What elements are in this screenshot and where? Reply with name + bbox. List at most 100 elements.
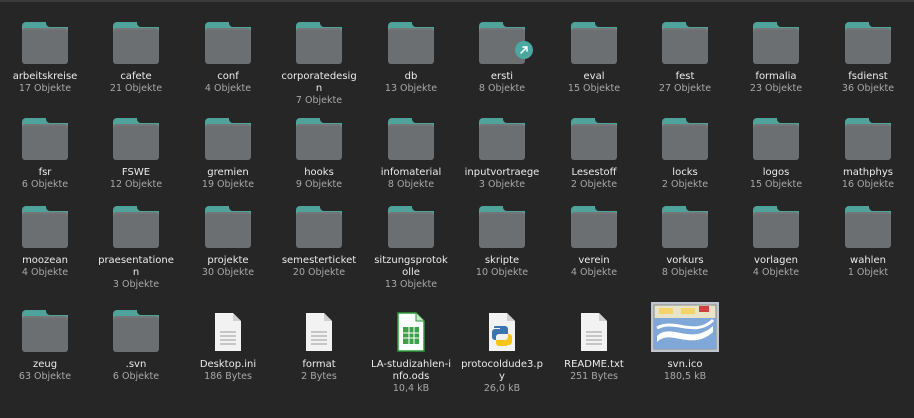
- item-name: format: [302, 359, 336, 370]
- folder-item[interactable]: .svn 6 Objekte: [91, 302, 181, 383]
- item-size: 10,4 kB: [392, 383, 430, 394]
- item-size: 36 Objekte: [841, 83, 895, 94]
- item-name: fsr: [38, 167, 52, 178]
- item-name: vorkurs: [666, 255, 704, 266]
- folder-item[interactable]: fest 27 Objekte: [640, 14, 730, 95]
- item-name: svn.ico: [667, 359, 703, 370]
- image-thumbnail-icon: [651, 302, 719, 352]
- item-size: 3 Objekte: [478, 179, 526, 190]
- folder-icon: [571, 22, 617, 64]
- item-size: 1 Objekt: [847, 267, 889, 278]
- item-name: eval: [583, 71, 605, 82]
- folder-item[interactable]: skripte 10 Objekte: [457, 198, 547, 279]
- folder-item[interactable]: moozean 4 Objekte: [0, 198, 90, 279]
- folder-icon: [753, 118, 799, 160]
- folder-item[interactable]: zeug 63 Objekte: [0, 302, 90, 383]
- folder-icon: [479, 118, 525, 160]
- item-name: projekte: [207, 255, 249, 266]
- folder-item[interactable]: arbeitskreise 17 Objekte: [0, 14, 90, 95]
- folder-icon: [22, 310, 68, 352]
- folder-item[interactable]: cafete 21 Objekte: [91, 14, 181, 95]
- folder-item[interactable]: fsdienst 36 Objekte: [823, 14, 913, 95]
- folder-icon: [662, 118, 708, 160]
- item-name: locks: [672, 167, 698, 178]
- folder-item[interactable]: Lesestoff 2 Objekte: [549, 110, 639, 191]
- folder-item[interactable]: FSWE 12 Objekte: [91, 110, 181, 191]
- item-thumbnail: [366, 14, 456, 64]
- folder-item[interactable]: inputvortraege 3 Objekte: [457, 110, 547, 191]
- folder-item[interactable]: eval 15 Objekte: [549, 14, 639, 95]
- item-size: 186 Bytes: [204, 371, 252, 382]
- item-size: 15 Objekte: [567, 83, 621, 94]
- folder-icon: [662, 206, 708, 248]
- item-name: fest: [675, 71, 695, 82]
- folder-icon: [571, 206, 617, 248]
- item-thumbnail: [457, 198, 547, 248]
- file-item[interactable]: LA-studizahlen-info.ods 10,4 kB: [366, 302, 456, 395]
- text-file-icon: [579, 312, 609, 352]
- item-size: 17 Objekte: [18, 83, 72, 94]
- item-size: 4 Objekte: [204, 83, 252, 94]
- item-size: 63 Objekte: [18, 371, 72, 382]
- folder-item[interactable]: semesterticket 20 Objekte: [274, 198, 364, 279]
- item-thumbnail: [183, 14, 273, 64]
- folder-item[interactable]: mathphys 16 Objekte: [823, 110, 913, 191]
- folder-item[interactable]: locks 2 Objekte: [640, 110, 730, 191]
- item-thumbnail: [274, 14, 364, 64]
- file-item[interactable]: svn.ico 180,5 kB: [640, 302, 730, 383]
- item-size: 20 Objekte: [292, 267, 346, 278]
- item-name: protocoldude3.py: [461, 359, 543, 382]
- item-name: wahlen: [850, 255, 886, 266]
- text-file-icon: [304, 312, 334, 352]
- folder-item[interactable]: conf 4 Objekte: [183, 14, 273, 95]
- folder-item[interactable]: corporatedesig n7 Objekte: [274, 14, 364, 107]
- folder-item[interactable]: verein 4 Objekte: [549, 198, 639, 279]
- file-item[interactable]: protocoldude3.py 26,0 kB: [457, 302, 547, 395]
- folder-item[interactable]: projekte 30 Objekte: [183, 198, 273, 279]
- folder-icon: [113, 310, 159, 352]
- file-item[interactable]: README.txt 251 Bytes: [549, 302, 639, 383]
- item-thumbnail: [91, 198, 181, 248]
- folder-icon: [479, 206, 525, 248]
- item-size: 6 Objekte: [21, 179, 69, 190]
- folder-icon: [113, 206, 159, 248]
- folder-item[interactable]: infomaterial 8 Objekte: [366, 110, 456, 191]
- item-thumbnail: [366, 110, 456, 160]
- folder-item[interactable]: hooks 9 Objekte: [274, 110, 364, 191]
- item-thumbnail: [640, 302, 730, 352]
- item-name: LA-studizahlen-info.ods: [371, 359, 451, 382]
- folder-icon: [296, 118, 342, 160]
- item-size: 16 Objekte: [841, 179, 895, 190]
- item-size: 13 Objekte: [384, 279, 438, 290]
- folder-item[interactable]: ersti 8 Objekte: [457, 14, 547, 95]
- item-thumbnail: [274, 198, 364, 248]
- item-size: 23 Objekte: [749, 83, 803, 94]
- item-name: db: [404, 71, 418, 82]
- folder-item[interactable]: vorkurs 8 Objekte: [640, 198, 730, 279]
- item-thumbnail: [823, 14, 913, 64]
- file-item[interactable]: format 2 Bytes: [274, 302, 364, 383]
- item-name: fsdienst: [848, 71, 888, 82]
- folder-item[interactable]: gremien 19 Objekte: [183, 110, 273, 191]
- item-thumbnail: [731, 198, 821, 248]
- folder-item[interactable]: wahlen 1 Objekt: [823, 198, 913, 279]
- folder-icon: [571, 118, 617, 160]
- symlink-arrow-icon: [515, 41, 533, 59]
- folder-item[interactable]: sitzungsprotok olle 13 Objekte: [366, 198, 456, 291]
- folder-item[interactable]: praesentatione n3 Objekte: [91, 198, 181, 291]
- item-thumbnail: [640, 14, 730, 64]
- folder-item[interactable]: fsr 6 Objekte: [0, 110, 90, 191]
- file-item[interactable]: Desktop.ini 186 Bytes: [183, 302, 273, 383]
- folder-item[interactable]: logos 15 Objekte: [731, 110, 821, 191]
- folder-item[interactable]: formalia 23 Objekte: [731, 14, 821, 95]
- item-name: verein: [578, 255, 610, 266]
- item-size: 2 Bytes: [301, 371, 337, 382]
- item-size: 10 Objekte: [475, 267, 529, 278]
- item-size: 26,0 kB: [483, 383, 521, 394]
- folder-item[interactable]: db 13 Objekte: [366, 14, 456, 95]
- folder-item[interactable]: vorlagen 4 Objekte: [731, 198, 821, 279]
- item-name: sitzungsprotok olle: [374, 255, 448, 278]
- item-name: inputvortraege: [464, 167, 540, 178]
- item-name: mathphys: [843, 167, 893, 178]
- item-thumbnail: [91, 14, 181, 64]
